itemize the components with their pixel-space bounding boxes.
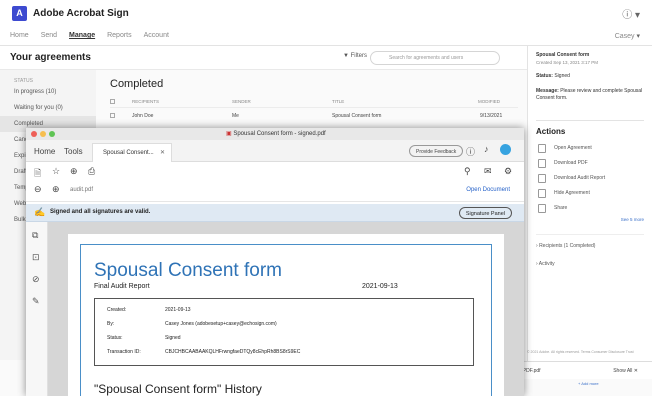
signature-status-message: Signed and all signatures are valid.: [50, 209, 151, 215]
row-checkbox[interactable]: [110, 113, 115, 118]
filters-button[interactable]: ▼ Filters: [343, 53, 367, 59]
audit-report-date: 2021-09-13: [362, 283, 398, 290]
minimize-window-icon[interactable]: [40, 131, 46, 137]
acrobat-toolbar: 🗎 ☆ ⊕ ⎙ ⚲ ✉ ⚙ ⊖ ⊕ audit.pdf Open Documen…: [26, 162, 524, 202]
status-header: STATUS: [14, 78, 33, 84]
pdf-file-icon: ▣: [226, 131, 232, 137]
actions-title: Actions: [536, 120, 644, 136]
email-icon[interactable]: ✉: [484, 166, 492, 177]
history-heading: "Spousal Consent form" History: [94, 382, 262, 396]
recipients-section[interactable]: › Recipients (1 Completed): [536, 234, 644, 249]
search-field[interactable]: audit.pdf: [70, 187, 93, 193]
show-all-button[interactable]: Show All ✕: [613, 368, 638, 374]
footer-text: © 2021 Adobe. All rights reserved. Terms…: [527, 350, 634, 354]
action-hide-agreement[interactable]: Hide Agreement: [536, 189, 644, 198]
activity-section[interactable]: › Activity: [536, 253, 644, 267]
bookmarks-icon[interactable]: ⊡: [32, 252, 40, 263]
help-icon[interactable]: ⓘ ▾: [622, 6, 640, 21]
completed-title: Completed: [110, 78, 164, 90]
left-tool-rail: ⧉ ⊡ ⊘ ✎: [26, 222, 48, 396]
tab-document[interactable]: Spousal Consent... ✕: [92, 143, 172, 162]
nav-home[interactable]: Home: [10, 32, 29, 39]
select-all-checkbox[interactable]: [110, 99, 115, 104]
attachments-icon[interactable]: ⊘: [32, 274, 40, 285]
more-tools-icon[interactable]: ⚙: [504, 166, 512, 177]
nav-account[interactable]: Account: [144, 32, 169, 39]
col-recipients[interactable]: RECIPIENTS: [132, 99, 159, 104]
open-document-link[interactable]: Open Document: [466, 187, 510, 193]
table-header: RECIPIENTS SENDER TITLE MODIFIED: [110, 96, 518, 108]
row-recipient: John Doe: [132, 113, 154, 119]
cloud-upload-icon[interactable]: ⊕: [70, 166, 78, 177]
pages-icon[interactable]: ⧉: [32, 230, 38, 241]
help-icon[interactable]: ⓘ: [466, 145, 475, 158]
detail-created: Created Sep 13, 2021 3:17 PM: [536, 60, 599, 65]
row-title: Spousal Consent form: [332, 113, 382, 119]
acrobat-titlebar: ▣ Spousal Consent form - signed.pdf: [26, 128, 524, 140]
search-input[interactable]: Search for agreements and users: [370, 51, 500, 65]
close-window-icon[interactable]: [31, 131, 37, 137]
col-modified[interactable]: MODIFIED: [478, 99, 500, 104]
action-download-audit-report[interactable]: Download Audit Report: [536, 174, 644, 183]
sign-nav: Home Send Manage Reports Account Casey ▾: [0, 26, 652, 46]
col-title[interactable]: TITLE: [332, 99, 344, 104]
row-sender: Me: [232, 113, 239, 119]
download-bar: _PDF.pdf Show All ✕: [510, 361, 652, 379]
app-title: Adobe Acrobat Sign: [33, 7, 129, 19]
audit-report-label: Final Audit Report: [94, 283, 150, 290]
acrobat-tabbar: Home Tools Spousal Consent... ✕ Provide …: [26, 140, 524, 162]
signature-icon[interactable]: ✎: [32, 296, 40, 307]
tab-tools[interactable]: Tools: [64, 147, 83, 156]
signature-valid-icon: ✍: [34, 207, 46, 217]
close-tab-icon[interactable]: ✕: [160, 149, 165, 156]
user-menu[interactable]: Casey ▾: [615, 32, 640, 40]
save-icon[interactable]: 🗎: [34, 166, 41, 182]
signature-status-bar: ✍ Signed and all signatures are valid. S…: [26, 204, 524, 222]
nav-send[interactable]: Send: [41, 32, 57, 39]
action-download-pdf[interactable]: Download PDF: [536, 159, 644, 168]
agreements-bar: Your agreements ▼ Filters Search for agr…: [0, 46, 527, 70]
detail-message: Message: Please review and complete Spou…: [536, 88, 643, 101]
status-item[interactable]: In progress (10): [0, 84, 96, 100]
table-row[interactable]: John Doe Me Spousal Consent form 9/13/20…: [110, 110, 518, 128]
nav-reports[interactable]: Reports: [107, 32, 132, 39]
account-avatar-icon[interactable]: [500, 144, 511, 155]
print-icon[interactable]: ⎙: [88, 166, 95, 177]
share-icon[interactable]: ⚲: [464, 166, 471, 177]
see-more-link[interactable]: See 5 more: [536, 217, 644, 222]
window-title: ▣ Spousal Consent form - signed.pdf: [226, 131, 326, 137]
zoom-window-icon[interactable]: [49, 131, 55, 137]
signature-panel-button[interactable]: Signature Panel: [458, 207, 512, 219]
pdf-page: Spousal Consent form Final Audit Report …: [68, 234, 504, 396]
agreements-title: Your agreements: [10, 52, 91, 63]
tab-home[interactable]: Home: [34, 147, 55, 156]
audit-info-box: Created: 2021-09-13 By: Casey Jones (adobe…: [94, 298, 474, 366]
document-title: Spousal Consent form: [94, 260, 282, 281]
add-more-link[interactable]: + Add more: [578, 381, 599, 386]
action-share[interactable]: Share: [536, 204, 644, 213]
detail-status: Status: Signed: [536, 73, 570, 79]
nav-manage[interactable]: Manage: [69, 32, 95, 39]
provide-feedback-button[interactable]: Provide Feedback: [409, 145, 464, 157]
bell-icon[interactable]: ♪: [484, 144, 489, 154]
row-modified: 9/13/2021: [480, 113, 503, 119]
forward-icon[interactable]: ⊕: [52, 184, 60, 195]
col-sender[interactable]: SENDER: [232, 99, 251, 104]
acrobat-window: ▣ Spousal Consent form - signed.pdf Home…: [26, 128, 524, 396]
agreement-detail-panel: Spousal Consent form Created Sep 13, 202…: [527, 46, 652, 366]
adobe-sign-logo-icon: A: [12, 5, 27, 21]
action-open-agreement[interactable]: Open Agreement: [536, 144, 644, 153]
document-area[interactable]: Spousal Consent form Final Audit Report …: [48, 222, 524, 396]
back-icon[interactable]: ⊖: [34, 184, 42, 195]
detail-title: Spousal Consent form: [536, 52, 590, 58]
sign-topbar: A Adobe Acrobat Sign ⓘ ▾: [0, 0, 652, 26]
bookmark-star-icon[interactable]: ☆: [52, 166, 60, 177]
status-item[interactable]: Waiting for you (0): [0, 100, 96, 116]
